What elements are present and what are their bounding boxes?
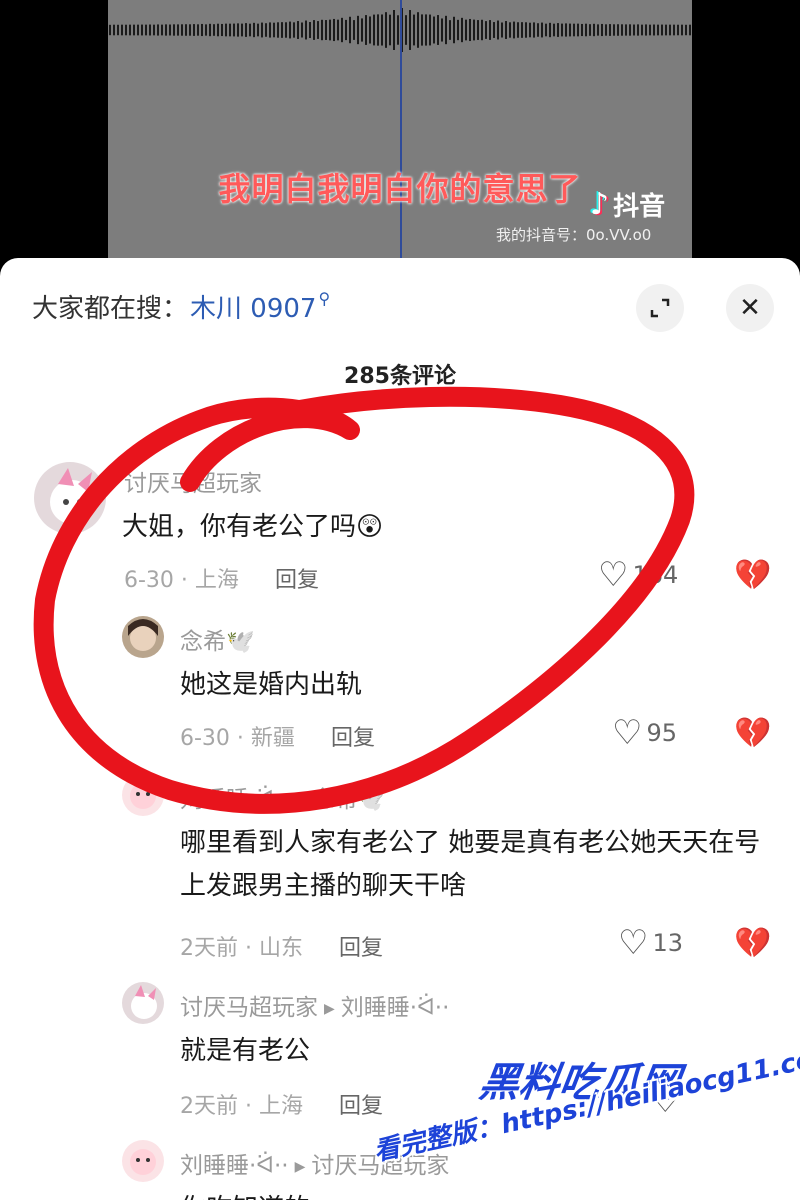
search-icon: ⚲ <box>318 289 331 308</box>
comment-username[interactable]: 念希🕊️ <box>180 622 255 656</box>
comment-meta: 6-30 · 上海 回复 <box>124 562 319 594</box>
dislike-button[interactable]: 💔 <box>734 926 771 961</box>
like-count: 164 <box>632 561 679 589</box>
douyin-note-icon: ♪ <box>590 187 610 222</box>
like-button[interactable]: ♡ 95 <box>612 716 677 750</box>
comment-username[interactable]: 刘睡睡·ᐛ·· ▶ 念希🕊️ <box>180 780 386 814</box>
comment-location: 山东 <box>258 936 303 961</box>
dislike-button[interactable]: 💔 <box>734 716 771 751</box>
like-count: 13 <box>652 929 684 957</box>
comment-meta: 2天前 · 山东 回复 <box>180 930 383 962</box>
heart-icon: ♡ <box>618 923 649 963</box>
avatar[interactable] <box>122 982 164 1024</box>
broken-heart-icon: 💔 <box>734 716 772 751</box>
comment-date: 2天前 <box>180 936 238 961</box>
reply-button[interactable]: 回复 <box>275 568 319 593</box>
comment-meta: 2天前 · 上海 回复 <box>180 1088 383 1120</box>
expand-icon <box>650 298 670 318</box>
like-button[interactable]: ♡ 13 <box>618 926 683 960</box>
comment-location: 新疆 <box>250 726 295 751</box>
douyin-logo: ♪ 抖音 <box>590 186 665 223</box>
comment-text: 大姐，你有老公了吗😲 <box>122 512 384 542</box>
broken-heart-icon: 💔 <box>734 558 772 593</box>
reply-target[interactable]: 念希🕊️ <box>311 787 386 813</box>
comment-date: 6-30 <box>180 726 230 751</box>
close-button[interactable]: ✕ <box>726 284 774 332</box>
video-player[interactable]: 我明白我明白你的意思了 ♪ 抖音 我的抖音号：0o.VV.o0 <box>0 0 800 270</box>
site-watermark: 黑料吃瓜网 看完整版：https://heiliaocg11.com <box>370 1039 800 1200</box>
heart-icon: ♡ <box>612 713 643 753</box>
avatar[interactable] <box>122 774 164 816</box>
comment-reply-item: 念希🕊️ 她这是婚内出轨 6-30 · 新疆 回复 ♡ 95 💔 <box>0 614 800 764</box>
avatar[interactable] <box>122 616 164 658</box>
expand-button[interactable] <box>636 284 684 332</box>
reply-author[interactable]: 讨厌马超玩家 <box>180 995 318 1021</box>
comment-meta: 6-30 · 新疆 回复 <box>180 720 375 752</box>
reply-button[interactable]: 回复 <box>331 726 375 751</box>
playhead-line <box>400 0 402 270</box>
avatar[interactable] <box>122 1140 164 1182</box>
meta-separator: · <box>173 568 195 593</box>
comment-username[interactable]: 讨厌马超玩家 <box>124 464 262 498</box>
dislike-button[interactable]: 💔 <box>734 558 771 593</box>
broken-heart-icon: 💔 <box>734 926 772 961</box>
comment-text: 哪里看到人家有老公了 她要是真有老公她天天在号上发跟男主播的聊天干啥 <box>180 828 761 901</box>
reply-arrow-icon: ▶ <box>294 793 306 809</box>
search-suggestion[interactable]: 大家都在搜： 木川 0907 ⚲ <box>32 288 330 325</box>
meta-separator: · <box>229 726 251 751</box>
heart-icon: ♡ <box>598 555 629 595</box>
comment-date: 6-30 <box>124 568 174 593</box>
comments-count-title: 285条评论 <box>344 364 456 389</box>
meta-separator: · <box>238 1094 259 1119</box>
comment-reply-item: 刘睡睡·ᐛ·· ▶ 念希🕊️ 哪里看到人家有老公了 她要是真有老公她天天在号上发跟男… <box>0 772 800 982</box>
close-icon: ✕ <box>739 293 761 323</box>
comment-username[interactable]: 讨厌马超玩家 ▶ 刘睡睡·ᐛ·· <box>180 988 449 1022</box>
reply-arrow-icon: ▶ <box>294 1159 306 1175</box>
video-subtitle: 我明白我明白你的意思了 <box>218 170 582 208</box>
douyin-brand-text: 抖音 <box>613 192 666 222</box>
like-count: 95 <box>646 719 678 747</box>
reply-arrow-icon: ▶ <box>324 1001 335 1017</box>
search-prefix: 大家都在搜： <box>32 294 189 324</box>
comment-location: 上海 <box>258 1094 303 1119</box>
comment-location: 上海 <box>194 568 239 593</box>
avatar[interactable] <box>34 462 106 534</box>
comment-date: 2天前 <box>180 1094 238 1119</box>
reply-target[interactable]: 刘睡睡·ᐛ·· <box>341 995 450 1021</box>
search-term-link[interactable]: 木川 0907 <box>190 288 316 325</box>
reply-button[interactable]: 回复 <box>339 936 383 961</box>
like-button[interactable]: ♡ 164 <box>598 558 678 592</box>
meta-separator: · <box>238 936 259 961</box>
douyin-account-label: 我的抖音号：0o.VV.o0 <box>496 226 652 244</box>
comment-text: 她这是婚内出轨 <box>180 670 363 700</box>
reply-author[interactable]: 刘睡睡·ᐛ·· <box>180 1153 289 1179</box>
reply-author[interactable]: 刘睡睡·ᐛ·· <box>180 787 289 813</box>
comment-item: 讨厌马超玩家 大姐，你有老公了吗😲 6-30 · 上海 回复 ♡ 164 💔 <box>0 458 800 608</box>
